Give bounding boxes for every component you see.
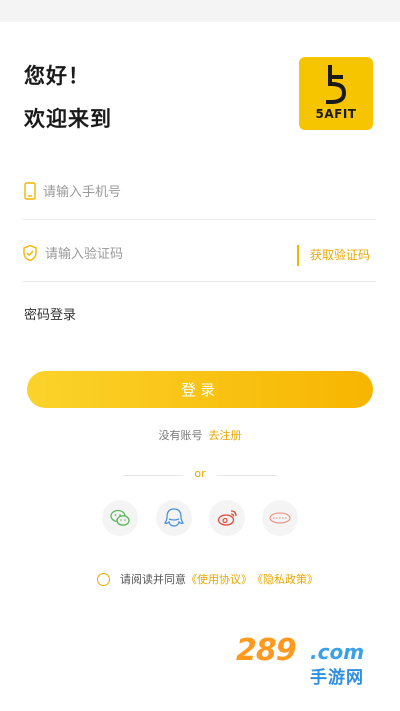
other-login-icon — [269, 512, 291, 524]
logo-text: 5AFIT — [315, 107, 357, 121]
wechat-login-button[interactable] — [102, 500, 138, 536]
terms-link[interactable]: 《使用协议》 — [186, 571, 252, 587]
or-divider-right — [217, 475, 277, 476]
phone-input[interactable] — [43, 178, 363, 206]
watermark-logo: 289 .com 手游网 — [230, 633, 380, 688]
agreement-row: 请阅读并同意 《使用协议》 《隐私政策》 — [97, 571, 318, 587]
other-login-button[interactable] — [262, 500, 298, 536]
password-login-link[interactable]: 密码登录 — [24, 304, 76, 323]
wechat-icon — [110, 509, 130, 526]
weibo-icon — [217, 510, 237, 526]
get-code-button[interactable]: 获取验证码 — [310, 245, 370, 265]
phone-field — [22, 170, 376, 214]
watermark-domain: .com — [310, 640, 365, 664]
code-divider — [22, 281, 376, 282]
status-bar — [0, 0, 400, 22]
greeting-subtitle: 欢迎来到 — [24, 107, 112, 131]
watermark-name: 手游网 — [310, 668, 364, 688]
code-separator — [297, 245, 299, 266]
no-account-label: 没有账号 — [158, 429, 203, 442]
watermark-number: 289 — [236, 633, 297, 668]
app-logo: 5AFIT — [299, 57, 373, 130]
or-label: or — [194, 467, 206, 480]
greeting-title: 您好！ — [24, 64, 90, 88]
shield-check-icon — [22, 244, 38, 262]
agreement-prefix: 请阅读并同意 — [120, 573, 186, 586]
agreement-checkbox[interactable] — [97, 572, 110, 586]
qq-icon — [164, 508, 184, 527]
weibo-login-button[interactable] — [209, 500, 245, 536]
qq-login-button[interactable] — [156, 500, 192, 536]
login-button[interactable]: 登录 — [27, 371, 373, 408]
phone-icon — [22, 182, 38, 200]
phone-divider — [22, 219, 376, 220]
register-row: 没有账号 去注册 — [0, 427, 400, 443]
privacy-link[interactable]: 《隐私政策》 — [252, 571, 318, 587]
register-link[interactable]: 去注册 — [209, 429, 242, 442]
code-input[interactable] — [45, 240, 285, 268]
